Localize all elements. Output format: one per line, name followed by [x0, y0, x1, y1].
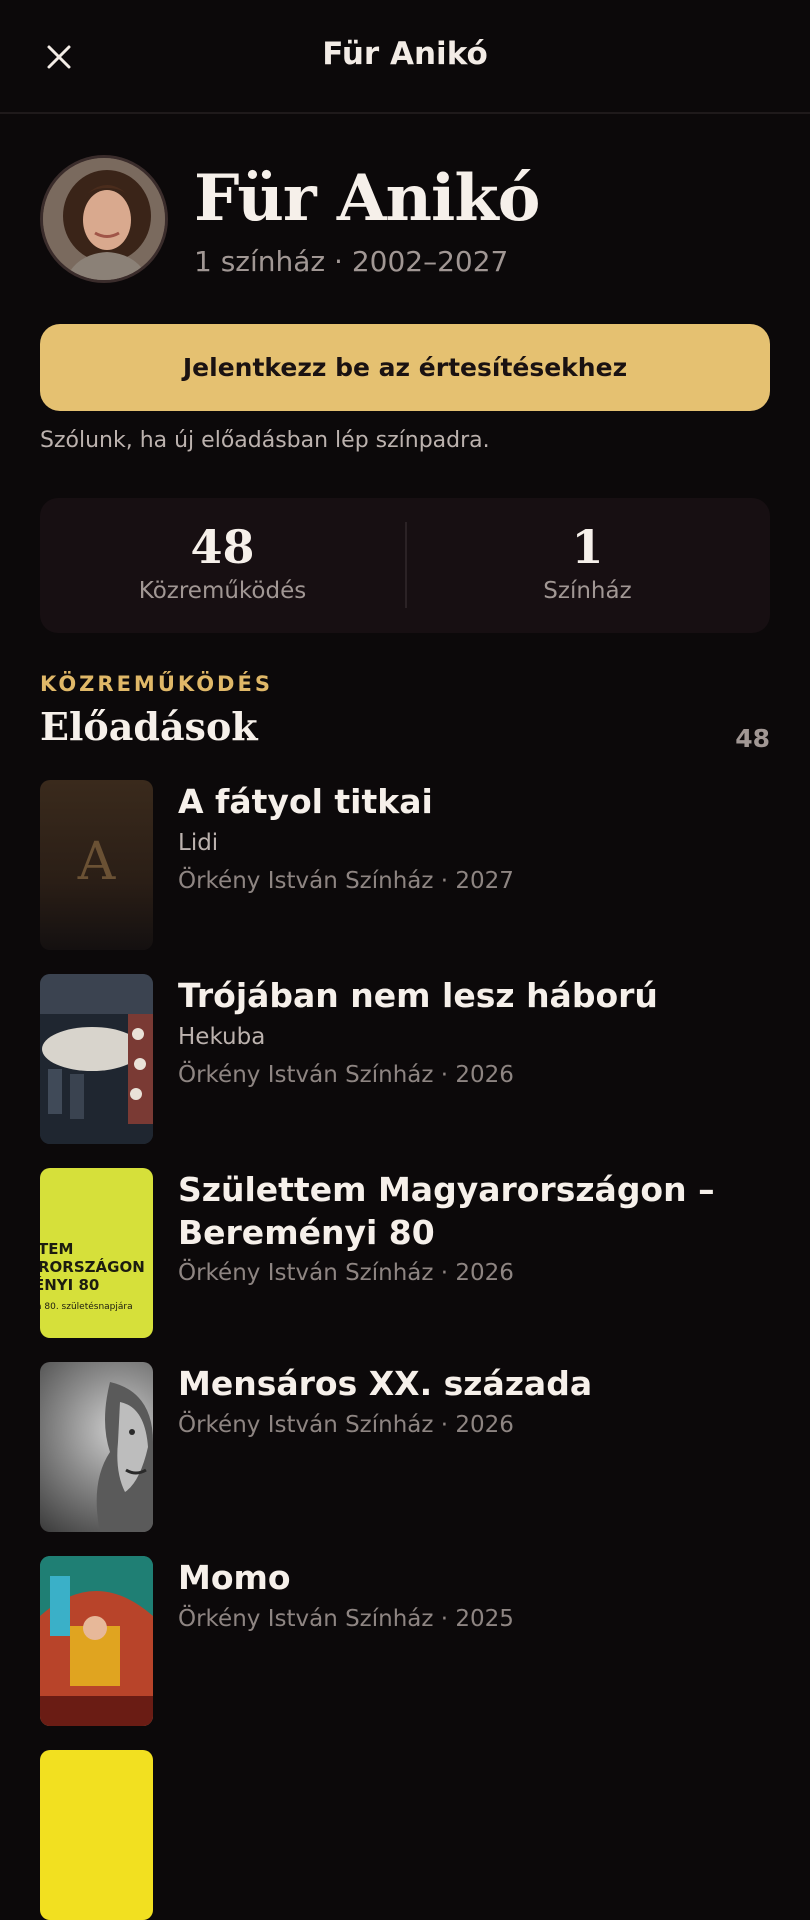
list-item[interactable]: TEM RORSZÁGON ÉNYI 80 a 80. születésnapj…: [40, 1168, 770, 1338]
poster-thumbnail: [40, 1362, 153, 1532]
poster-text: RORSZÁGON: [40, 1258, 145, 1276]
performance-venue: Örkény István Színház · 2026: [178, 1412, 514, 1438]
profile-meta: 1 színház · 2002–2027: [194, 245, 509, 278]
stats-card: 48 Közreműködés 1 Színház: [40, 498, 770, 633]
stat-theatres: 1 Színház: [405, 498, 770, 633]
section-count: 48: [735, 724, 770, 753]
list-item[interactable]: Momo Örkény István Színház · 2025: [40, 1556, 770, 1726]
list-item[interactable]: Mensáros XX. százada Örkény István Szính…: [40, 1362, 770, 1532]
section-title: Előadások: [40, 704, 258, 749]
poster-thumbnail: [40, 1556, 153, 1726]
performance-title: Születtem Magyarországon – Bereményi 80: [178, 1170, 715, 1252]
poster-thumbnail: A: [40, 780, 153, 950]
profile-name: Für Anikó: [194, 161, 540, 236]
performance-venue: Örkény István Színház · 2026: [178, 1062, 514, 1088]
stat-value: 1: [571, 520, 604, 574]
performance-venue: Örkény István Színház · 2025: [178, 1606, 514, 1632]
performance-title: Momo: [178, 1558, 291, 1597]
stat-performances: 48 Közreműködés: [40, 498, 405, 633]
performance-venue: Örkény István Színház · 2027: [178, 868, 514, 894]
section-eyebrow: KÖZREMŰKÖDÉS: [40, 672, 273, 696]
list-item[interactable]: [40, 1750, 770, 1920]
notifications-hint: Szólunk, ha új előadásban lép színpadra.: [40, 428, 490, 453]
profile-header: Für Anikó 1 színház · 2002–2027: [40, 155, 770, 285]
performance-role: Lidi: [178, 830, 219, 856]
stat-label: Közreműködés: [138, 578, 307, 604]
poster-thumbnail: [40, 1750, 153, 1920]
performance-title: Mensáros XX. százada: [178, 1364, 593, 1403]
stat-label: Színház: [543, 578, 632, 604]
poster-letter: A: [77, 832, 116, 892]
performance-title: Trójában nem lesz háború: [178, 976, 658, 1015]
avatar: [40, 155, 168, 283]
performance-role: Hekuba: [178, 1024, 266, 1050]
poster-thumbnail: [40, 974, 153, 1144]
stat-value: 48: [190, 520, 255, 574]
page-title: Für Anikó: [322, 36, 488, 72]
list-item[interactable]: A A fátyol titkai Lidi Örkény István Szí…: [40, 780, 770, 950]
notifications-signup-button[interactable]: Jelentkezz be az értesítésekhez: [40, 324, 770, 411]
performance-title: A fátyol titkai: [178, 782, 433, 821]
poster-text: TEM: [40, 1240, 74, 1258]
list-item[interactable]: Trójában nem lesz háború Hekuba Örkény I…: [40, 974, 770, 1144]
performance-venue: Örkény István Színház · 2026: [178, 1260, 514, 1286]
poster-text: ÉNYI 80: [40, 1276, 100, 1294]
poster-text: a 80. születésnapjára: [40, 1302, 133, 1312]
poster-thumbnail: TEM RORSZÁGON ÉNYI 80 a 80. születésnapj…: [40, 1168, 153, 1338]
top-bar: Für Anikó: [0, 0, 810, 114]
